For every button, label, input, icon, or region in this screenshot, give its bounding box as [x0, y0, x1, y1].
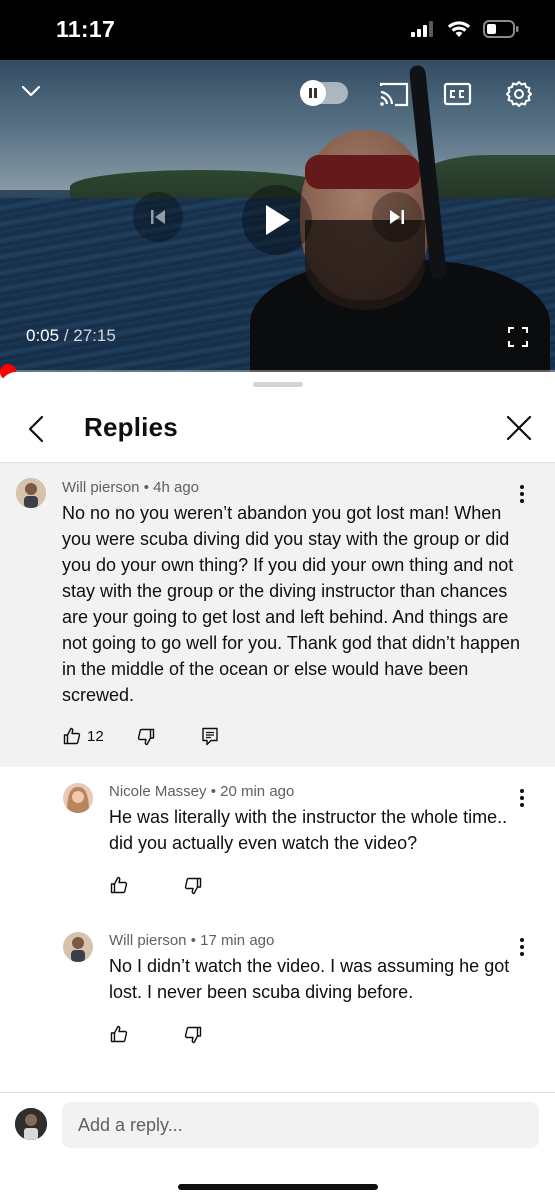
autoplay-toggle[interactable]	[300, 80, 348, 106]
thumbs-up-icon	[110, 1025, 128, 1043]
comment-time: 20 min ago	[220, 783, 295, 800]
pause-icon	[309, 88, 317, 98]
comment-author[interactable]: Nicole Massey	[109, 783, 207, 800]
current-user-avatar	[15, 1108, 47, 1140]
comment-author[interactable]: Will pierson	[109, 932, 187, 949]
sheet-title: Replies	[84, 412, 178, 442]
time-separator: /	[59, 326, 74, 345]
battery-icon	[483, 20, 519, 38]
play-icon	[266, 205, 290, 235]
status-bar: 11:17	[0, 0, 555, 60]
comment-meta: Nicole Massey • 20 min ago	[109, 783, 295, 800]
autoplay-knob	[300, 80, 326, 106]
drag-handle[interactable]	[253, 382, 303, 387]
avatar[interactable]	[63, 783, 93, 813]
dislike-button[interactable]	[184, 877, 202, 895]
avatar[interactable]	[16, 478, 46, 508]
dislike-button[interactable]	[137, 728, 155, 746]
fullscreen-icon[interactable]	[508, 327, 528, 347]
settings-icon[interactable]	[503, 80, 535, 108]
status-icons	[411, 20, 519, 38]
reply-button[interactable]	[201, 727, 219, 746]
captions-icon[interactable]	[442, 80, 474, 108]
thumbs-down-icon	[137, 728, 155, 746]
video-duration: 27:15	[73, 326, 116, 345]
thumbs-down-icon	[184, 877, 202, 895]
reply-divider	[0, 1092, 555, 1093]
next-icon	[390, 210, 404, 224]
reply-comment: Will pierson • 17 min ago No I didn’t wa…	[0, 917, 555, 1067]
thumbs-up-icon	[110, 876, 128, 894]
time-display: 0:05 / 27:15	[26, 326, 116, 346]
add-reply-input[interactable]	[62, 1102, 539, 1148]
comment-author[interactable]: Will pierson	[62, 479, 140, 496]
home-indicator	[178, 1184, 378, 1190]
comment-meta: Will pierson • 4h ago	[62, 479, 200, 496]
like-count: 12	[87, 727, 104, 745]
back-icon[interactable]	[22, 414, 50, 444]
like-button[interactable]	[110, 1025, 128, 1043]
comment-text: No I didn’t watch the video. I was assum…	[109, 956, 510, 1002]
comment-meta: Will pierson • 17 min ago	[109, 932, 275, 949]
next-button[interactable]	[372, 192, 422, 242]
thumbs-up-icon	[63, 727, 81, 745]
reply-icon	[202, 727, 218, 746]
play-button[interactable]	[242, 185, 312, 255]
cast-icon[interactable]	[378, 80, 410, 108]
replies-sheet: Replies Will pierson • 4h ago No no no y…	[0, 372, 555, 1200]
wifi-icon	[447, 21, 471, 37]
collapse-icon[interactable]	[18, 78, 44, 104]
like-button[interactable]	[110, 876, 128, 894]
avatar[interactable]	[63, 932, 93, 962]
sheet-header: Replies	[0, 400, 555, 462]
previous-button[interactable]	[133, 192, 183, 242]
video-player[interactable]: 0:05 / 27:15	[0, 60, 555, 372]
comment-time: 4h ago	[153, 479, 200, 496]
comment-text: No no no you weren’t abandon you got los…	[62, 503, 520, 705]
previous-icon	[151, 210, 165, 224]
thumbs-down-icon	[184, 1026, 202, 1044]
close-icon[interactable]	[505, 414, 533, 442]
parent-comment: Will pierson • 4h ago No no no you weren…	[0, 463, 555, 767]
dislike-button[interactable]	[184, 1026, 202, 1044]
status-time: 11:17	[56, 16, 116, 42]
avatar-image	[16, 478, 46, 508]
reply-comment: Nicole Massey • 20 min ago He was litera…	[0, 767, 555, 917]
current-time: 0:05	[26, 326, 60, 345]
avatar-image	[63, 783, 93, 813]
cellular-signal-icon	[411, 21, 433, 37]
avatar-image	[63, 932, 93, 962]
comment-time: 17 min ago	[200, 932, 275, 949]
comment-text: He was literally with the instructor the…	[109, 807, 508, 853]
avatar-image	[15, 1108, 47, 1140]
like-button[interactable]: 12	[63, 727, 104, 745]
